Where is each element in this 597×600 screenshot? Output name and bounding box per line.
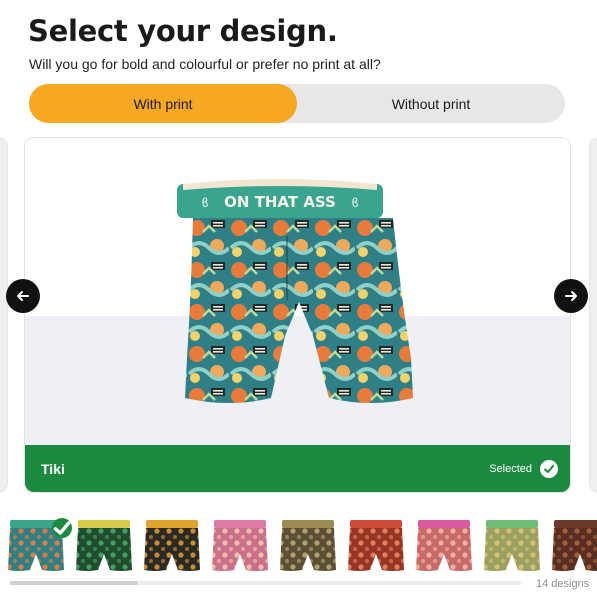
design-thumbnail[interactable] <box>6 516 72 572</box>
next-design-card[interactable] <box>589 137 597 493</box>
design-thumbnail[interactable] <box>210 516 270 572</box>
design-thumbnail[interactable] <box>74 516 134 572</box>
design-card: ON THAT ASS ϐ ϐ Tiki Selected <box>24 137 571 493</box>
thumbnail-image <box>348 520 404 571</box>
design-name: Tiki <box>41 460 65 477</box>
with-print-option[interactable]: With print <box>29 84 297 123</box>
design-thumbnail[interactable] <box>142 516 202 572</box>
arrow-right-icon[interactable] <box>554 279 588 313</box>
svg-text:ϐ: ϐ <box>201 196 208 210</box>
design-thumbnail[interactable] <box>346 516 406 572</box>
selection-bar: Tiki Selected <box>25 445 570 492</box>
check-circle-icon <box>540 459 558 478</box>
waistband-text: ON THAT ASS <box>224 193 336 211</box>
thumbnail-image <box>484 520 540 571</box>
page-title: Select your design. <box>28 14 338 48</box>
thumbnail-check-icon <box>52 518 72 538</box>
thumbnail-image <box>416 520 472 571</box>
design-thumbnail[interactable] <box>482 516 542 572</box>
design-thumbnail[interactable] <box>278 516 338 572</box>
product-image: ON THAT ASS ϐ ϐ <box>177 179 413 403</box>
thumbnail-scrollbar[interactable] <box>10 581 522 585</box>
thumbnail-image <box>144 520 200 571</box>
arrow-left-icon[interactable] <box>6 279 40 313</box>
design-thumbnail[interactable] <box>550 516 597 572</box>
design-thumbnails <box>0 512 597 572</box>
previous-design-card[interactable] <box>0 137 8 493</box>
page-subtitle: Will you go for bold and colourful or pr… <box>29 56 381 72</box>
design-count: 14 designs <box>536 578 590 590</box>
print-toggle: With print Without print <box>29 84 565 123</box>
scrollbar-thumb[interactable] <box>10 581 138 585</box>
thumbnail-image <box>552 520 597 571</box>
thumbnail-image <box>212 520 268 571</box>
thumbnail-image <box>76 520 132 571</box>
design-thumbnail[interactable] <box>414 516 474 572</box>
thumbnail-image <box>280 520 336 571</box>
selected-label: Selected <box>489 462 532 475</box>
without-print-option[interactable]: Without print <box>297 84 565 123</box>
svg-text:ϐ: ϐ <box>351 196 358 210</box>
